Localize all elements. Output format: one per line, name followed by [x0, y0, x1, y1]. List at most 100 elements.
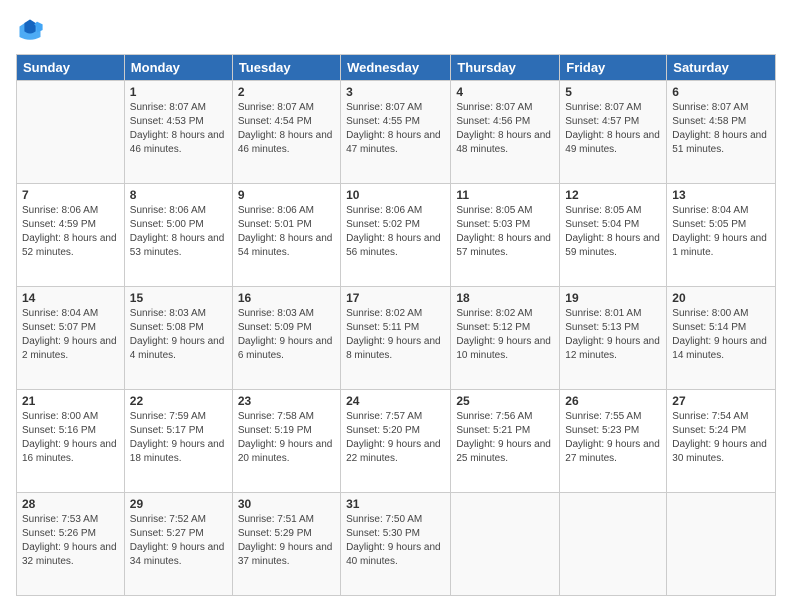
day-cell: 1 Sunrise: 8:07 AM Sunset: 4:53 PM Daylig… — [124, 81, 232, 184]
calendar-table: SundayMondayTuesdayWednesdayThursdayFrid… — [16, 54, 776, 596]
day-number: 19 — [565, 291, 661, 305]
day-cell: 14 Sunrise: 8:04 AM Sunset: 5:07 PM Dayli… — [17, 287, 125, 390]
day-number: 14 — [22, 291, 119, 305]
weekday-header-wednesday: Wednesday — [341, 55, 451, 81]
day-info: Sunrise: 8:00 AM Sunset: 5:14 PM Dayligh… — [672, 307, 770, 363]
day-cell: 25 Sunrise: 7:56 AM Sunset: 5:21 PM Dayli… — [451, 390, 560, 493]
day-info: Sunrise: 7:59 AM Sunset: 5:17 PM Dayligh… — [130, 410, 227, 466]
weekday-header-tuesday: Tuesday — [232, 55, 340, 81]
day-number: 7 — [22, 188, 119, 202]
day-info: Sunrise: 7:56 AM Sunset: 5:21 PM Dayligh… — [456, 410, 554, 466]
day-number: 26 — [565, 394, 661, 408]
day-number: 1 — [130, 85, 227, 99]
day-cell — [560, 493, 667, 596]
day-info: Sunrise: 7:54 AM Sunset: 5:24 PM Dayligh… — [672, 410, 770, 466]
day-number: 16 — [238, 291, 335, 305]
day-number: 31 — [346, 497, 445, 511]
day-number: 21 — [22, 394, 119, 408]
day-cell: 2 Sunrise: 8:07 AM Sunset: 4:54 PM Daylig… — [232, 81, 340, 184]
weekday-header-thursday: Thursday — [451, 55, 560, 81]
day-number: 28 — [22, 497, 119, 511]
day-number: 8 — [130, 188, 227, 202]
day-cell: 15 Sunrise: 8:03 AM Sunset: 5:08 PM Dayli… — [124, 287, 232, 390]
day-number: 13 — [672, 188, 770, 202]
day-number: 23 — [238, 394, 335, 408]
day-info: Sunrise: 8:07 AM Sunset: 4:53 PM Dayligh… — [130, 101, 227, 157]
day-cell: 20 Sunrise: 8:00 AM Sunset: 5:14 PM Dayli… — [667, 287, 776, 390]
day-cell: 12 Sunrise: 8:05 AM Sunset: 5:04 PM Dayli… — [560, 184, 667, 287]
day-cell: 4Sunrise: 8:07 AM Sunset: 4:56 PM Daylig… — [451, 81, 560, 184]
day-info: Sunrise: 8:06 AM Sunset: 5:02 PM Dayligh… — [346, 204, 445, 260]
weekday-header-friday: Friday — [560, 55, 667, 81]
day-cell: 17Sunrise: 8:02 AM Sunset: 5:11 PM Dayli… — [341, 287, 451, 390]
day-info: Sunrise: 8:05 AM Sunset: 5:04 PM Dayligh… — [565, 204, 661, 260]
day-number: 5 — [565, 85, 661, 99]
day-info: Sunrise: 8:03 AM Sunset: 5:09 PM Dayligh… — [238, 307, 335, 363]
day-cell: 27 Sunrise: 7:54 AM Sunset: 5:24 PM Dayli… — [667, 390, 776, 493]
day-info: Sunrise: 7:55 AM Sunset: 5:23 PM Dayligh… — [565, 410, 661, 466]
day-cell: 30 Sunrise: 7:51 AM Sunset: 5:29 PM Dayli… — [232, 493, 340, 596]
day-info: Sunrise: 8:03 AM Sunset: 5:08 PM Dayligh… — [130, 307, 227, 363]
day-number: 11 — [456, 188, 554, 202]
day-cell — [451, 493, 560, 596]
day-cell — [17, 81, 125, 184]
day-number: 18 — [456, 291, 554, 305]
day-number: 30 — [238, 497, 335, 511]
day-cell: 26 Sunrise: 7:55 AM Sunset: 5:23 PM Dayli… — [560, 390, 667, 493]
day-info: Sunrise: 8:07 AM Sunset: 4:57 PM Dayligh… — [565, 101, 661, 157]
day-number: 6 — [672, 85, 770, 99]
day-number: 9 — [238, 188, 335, 202]
day-info: Sunrise: 8:06 AM Sunset: 5:00 PM Dayligh… — [130, 204, 227, 260]
day-number: 2 — [238, 85, 335, 99]
weekday-header-sunday: Sunday — [17, 55, 125, 81]
day-number: 12 — [565, 188, 661, 202]
day-number: 29 — [130, 497, 227, 511]
day-number: 10 — [346, 188, 445, 202]
logo-icon — [16, 16, 44, 44]
day-info: Sunrise: 8:06 AM Sunset: 4:59 PM Dayligh… — [22, 204, 119, 260]
day-info: Sunrise: 8:00 AM Sunset: 5:16 PM Dayligh… — [22, 410, 119, 466]
week-row-4: 21 Sunrise: 8:00 AM Sunset: 5:16 PM Dayli… — [17, 390, 776, 493]
day-info: Sunrise: 8:01 AM Sunset: 5:13 PM Dayligh… — [565, 307, 661, 363]
day-cell: 8 Sunrise: 8:06 AM Sunset: 5:00 PM Daylig… — [124, 184, 232, 287]
week-row-3: 14 Sunrise: 8:04 AM Sunset: 5:07 PM Dayli… — [17, 287, 776, 390]
day-number: 15 — [130, 291, 227, 305]
day-info: Sunrise: 7:58 AM Sunset: 5:19 PM Dayligh… — [238, 410, 335, 466]
day-cell: 31 Sunrise: 7:50 AM Sunset: 5:30 PM Dayli… — [341, 493, 451, 596]
day-cell: 28 Sunrise: 7:53 AM Sunset: 5:26 PM Dayli… — [17, 493, 125, 596]
week-row-1: 1 Sunrise: 8:07 AM Sunset: 4:53 PM Daylig… — [17, 81, 776, 184]
day-cell: 22 Sunrise: 7:59 AM Sunset: 5:17 PM Dayli… — [124, 390, 232, 493]
day-cell: 6 Sunrise: 8:07 AM Sunset: 4:58 PM Daylig… — [667, 81, 776, 184]
day-info: Sunrise: 8:07 AM Sunset: 4:54 PM Dayligh… — [238, 101, 335, 157]
day-cell: 11 Sunrise: 8:05 AM Sunset: 5:03 PM Dayli… — [451, 184, 560, 287]
day-cell: 5 Sunrise: 8:07 AM Sunset: 4:57 PM Daylig… — [560, 81, 667, 184]
day-number: 4 — [456, 85, 554, 99]
day-info: Sunrise: 8:05 AM Sunset: 5:03 PM Dayligh… — [456, 204, 554, 260]
day-number: 3 — [346, 85, 445, 99]
day-info: Sunrise: 7:53 AM Sunset: 5:26 PM Dayligh… — [22, 513, 119, 569]
day-cell: 23 Sunrise: 7:58 AM Sunset: 5:19 PM Dayli… — [232, 390, 340, 493]
weekday-header-saturday: Saturday — [667, 55, 776, 81]
day-info: Sunrise: 7:50 AM Sunset: 5:30 PM Dayligh… — [346, 513, 445, 569]
day-cell: 19 Sunrise: 8:01 AM Sunset: 5:13 PM Dayli… — [560, 287, 667, 390]
week-row-2: 7 Sunrise: 8:06 AM Sunset: 4:59 PM Daylig… — [17, 184, 776, 287]
day-info: Sunrise: 8:04 AM Sunset: 5:07 PM Dayligh… — [22, 307, 119, 363]
day-info: Sunrise: 8:07 AM Sunset: 4:58 PM Dayligh… — [672, 101, 770, 157]
day-number: 22 — [130, 394, 227, 408]
day-cell: 24Sunrise: 7:57 AM Sunset: 5:20 PM Dayli… — [341, 390, 451, 493]
logo — [16, 16, 48, 44]
day-number: 27 — [672, 394, 770, 408]
day-info: Sunrise: 7:51 AM Sunset: 5:29 PM Dayligh… — [238, 513, 335, 569]
day-cell: 10 Sunrise: 8:06 AM Sunset: 5:02 PM Dayli… — [341, 184, 451, 287]
calendar-page: SundayMondayTuesdayWednesdayThursdayFrid… — [0, 0, 792, 612]
day-cell: 3Sunrise: 8:07 AM Sunset: 4:55 PM Daylig… — [341, 81, 451, 184]
day-number: 25 — [456, 394, 554, 408]
day-info: Sunrise: 7:57 AM Sunset: 5:20 PM Dayligh… — [346, 410, 445, 466]
day-info: Sunrise: 8:02 AM Sunset: 5:11 PM Dayligh… — [346, 307, 445, 363]
day-info: Sunrise: 8:02 AM Sunset: 5:12 PM Dayligh… — [456, 307, 554, 363]
day-cell: 21 Sunrise: 8:00 AM Sunset: 5:16 PM Dayli… — [17, 390, 125, 493]
weekday-header-monday: Monday — [124, 55, 232, 81]
week-row-5: 28 Sunrise: 7:53 AM Sunset: 5:26 PM Dayli… — [17, 493, 776, 596]
day-number: 20 — [672, 291, 770, 305]
day-cell: 29Sunrise: 7:52 AM Sunset: 5:27 PM Dayli… — [124, 493, 232, 596]
